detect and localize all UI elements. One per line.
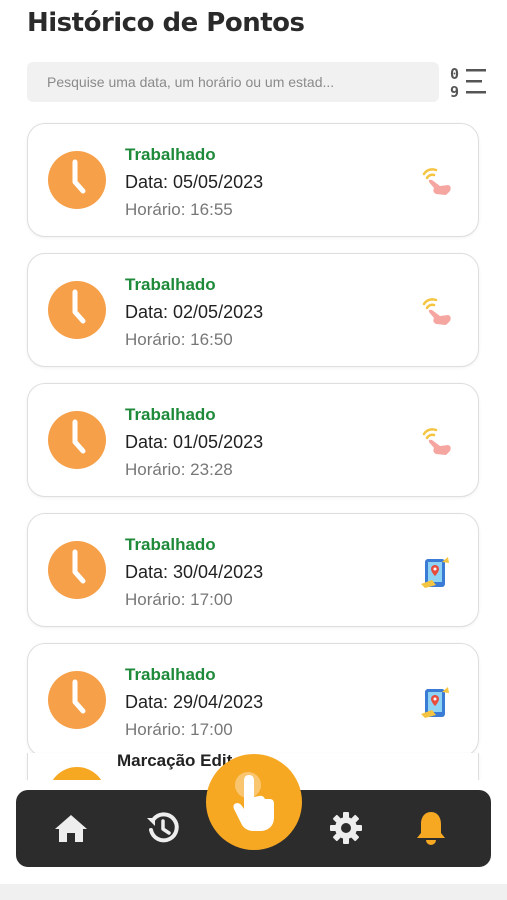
record-date: Data: 05/05/2023: [125, 172, 264, 192]
record-time: Horário: 17:00: [125, 720, 233, 739]
clock-icon: [52, 767, 102, 780]
record-date: Data: 01/05/2023: [125, 432, 264, 452]
touch-icon: [422, 298, 451, 325]
mobile-location-icon: [421, 687, 449, 718]
system-bar: [0, 884, 507, 900]
record-card[interactable]: Trabalhado Data: 05/05/2023 Horário: 16:…: [27, 123, 479, 237]
nav-history[interactable]: [143, 808, 183, 848]
touch-icon: [422, 168, 451, 195]
clock-icon: [48, 281, 106, 339]
record-status: Marcação Edit: [117, 751, 233, 770]
nav-notifications[interactable]: [411, 808, 451, 848]
record-card[interactable]: Trabalhado Data: 30/04/2023 Horário: 17:…: [27, 513, 479, 627]
record-status: Trabalhado: [125, 145, 216, 164]
home-icon: [55, 815, 87, 842]
mobile-location-icon: [421, 557, 449, 588]
record-date: Data: 02/05/2023: [125, 302, 264, 322]
gear-icon: [330, 812, 362, 844]
record-card[interactable]: Trabalhado Data: 01/05/2023 Horário: 23:…: [27, 383, 479, 497]
clock-icon: [48, 671, 106, 729]
punch-clock-button[interactable]: [206, 754, 302, 850]
record-status: Trabalhado: [125, 275, 216, 294]
touch-icon: [422, 428, 451, 455]
record-status: Trabalhado: [125, 665, 216, 684]
clock-icon: [48, 541, 106, 599]
record-status: Trabalhado: [125, 405, 216, 424]
records-list: Trabalhado Data: 05/05/2023 Horário: 16:…: [0, 0, 507, 780]
record-status: Trabalhado: [125, 535, 216, 554]
record-time: Horário: 23:28: [125, 460, 233, 479]
record-date: Data: 29/04/2023: [125, 692, 264, 712]
nav-home[interactable]: [51, 808, 91, 848]
history-icon: [147, 812, 179, 843]
bell-icon: [417, 812, 445, 845]
clock-icon: [48, 151, 106, 209]
record-date: Data: 30/04/2023: [125, 562, 264, 582]
record-card[interactable]: Trabalhado Data: 02/05/2023 Horário: 16:…: [27, 253, 479, 367]
record-time: Horário: 16:55: [125, 200, 233, 219]
record-time: Horário: 16:50: [125, 330, 233, 349]
punch-clock-icon: [233, 772, 274, 831]
record-time: Horário: 17:00: [125, 590, 233, 609]
record-card[interactable]: Trabalhado Data: 29/04/2023 Horário: 17:…: [27, 643, 479, 757]
clock-icon: [48, 411, 106, 469]
nav-settings[interactable]: [326, 808, 366, 848]
